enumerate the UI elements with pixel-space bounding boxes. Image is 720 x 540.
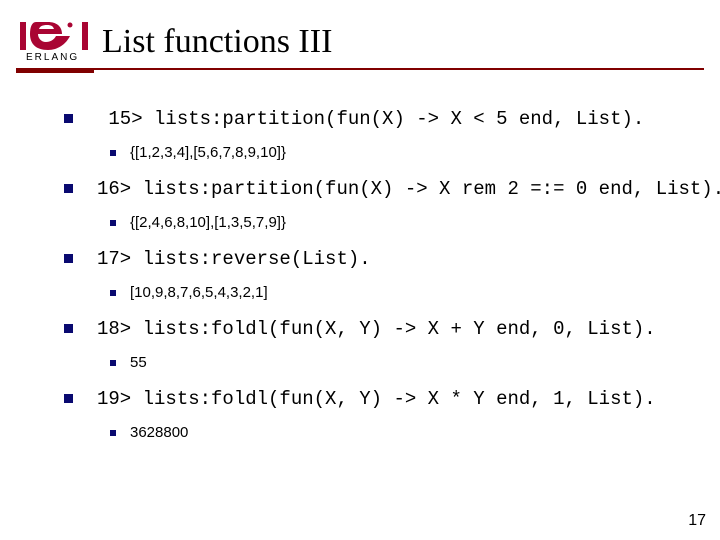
code-line: 19> lists:foldl(fun(X, Y) -> X * Y end, … — [97, 386, 656, 413]
list-sub-item: 3628800 — [110, 423, 696, 443]
erlang-logo: ERLANG — [18, 22, 90, 62]
list-sub-item: [10,9,8,7,6,5,4,3,2,1] — [110, 283, 696, 303]
slide: ERLANG List functions III 15> lists:part… — [0, 0, 720, 540]
code-line: 17> lists:reverse(List). — [97, 246, 371, 273]
list-item: 19> lists:foldl(fun(X, Y) -> X * Y end, … — [64, 386, 696, 413]
title-underline — [16, 68, 704, 70]
bullet-icon — [110, 150, 116, 156]
list-sub-item: {[2,4,6,8,10],[1,3,5,7,9]} — [110, 213, 696, 233]
content: 15> lists:partition(fun(X) -> X < 5 end,… — [64, 104, 696, 456]
list-item: 17> lists:reverse(List). — [64, 246, 696, 273]
list-sub-item: {[1,2,3,4],[5,6,7,8,9,10]} — [110, 143, 696, 163]
bullet-icon — [110, 290, 116, 296]
list-item: 15> lists:partition(fun(X) -> X < 5 end,… — [64, 106, 696, 133]
list-item: 16> lists:partition(fun(X) -> X rem 2 =:… — [64, 176, 696, 203]
bullet-icon — [64, 254, 73, 263]
result-text: 3628800 — [130, 423, 188, 443]
bullet-icon — [64, 394, 73, 403]
result-text: [10,9,8,7,6,5,4,3,2,1] — [130, 283, 268, 303]
list-item: 18> lists:foldl(fun(X, Y) -> X + Y end, … — [64, 316, 696, 343]
svg-text:ERLANG: ERLANG — [26, 52, 79, 62]
bullet-icon — [64, 184, 73, 193]
code-line: 18> lists:foldl(fun(X, Y) -> X + Y end, … — [97, 316, 656, 343]
header: ERLANG List functions III — [0, 0, 720, 62]
result-text: {[1,2,3,4],[5,6,7,8,9,10]} — [130, 143, 286, 163]
page-number: 17 — [688, 512, 706, 530]
code-line: 15> lists:partition(fun(X) -> X < 5 end,… — [97, 106, 644, 133]
result-text: {[2,4,6,8,10],[1,3,5,7,9]} — [130, 213, 286, 233]
bullet-icon — [110, 360, 116, 366]
result-text: 55 — [130, 353, 147, 373]
code-line: 16> lists:partition(fun(X) -> X rem 2 =:… — [97, 176, 720, 203]
bullet-icon — [64, 324, 73, 333]
list-sub-item: 55 — [110, 353, 696, 373]
bullet-icon — [110, 220, 116, 226]
bullet-icon — [64, 114, 73, 123]
title-underline-accent — [16, 70, 94, 73]
page-title: List functions III — [102, 23, 332, 61]
bullet-icon — [110, 430, 116, 436]
